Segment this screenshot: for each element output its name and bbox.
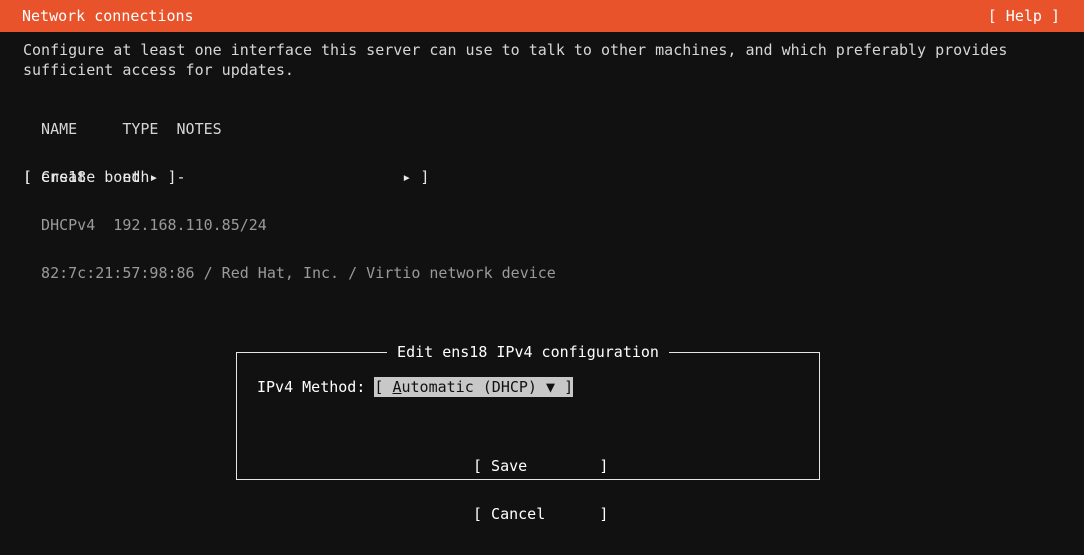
select-value-text: utomatic (DHCP) xyxy=(401,378,537,396)
select-open-bracket: [ xyxy=(374,378,393,396)
table-row-hardware-info: 82:7c:21:57:98:86 / Red Hat, Inc. / Virt… xyxy=(23,264,556,282)
intro-text: Configure at least one interface this se… xyxy=(23,41,1017,79)
dialog-buttons: [ Save ] [ Cancel ] xyxy=(473,426,608,554)
interface-table: NAME TYPE NOTES [ ens18 eth - ▸ ] DHCPv4… xyxy=(23,89,556,313)
title-bar: Network connections [ Help ] xyxy=(0,0,1084,32)
ipv4-method-label: IPv4 Method: xyxy=(257,378,366,396)
ipv4-method-row: IPv4 Method: [ Automatic (DHCP) ▼ ] xyxy=(257,377,574,397)
select-accelerator-char: A xyxy=(392,378,402,396)
table-row-dhcp-address: DHCPv4 192.168.110.85/24 xyxy=(23,216,267,234)
chevron-down-icon: ▼ xyxy=(536,378,565,396)
edit-ipv4-dialog: IPv4 Method: [ Automatic (DHCP) ▼ ] [ Sa… xyxy=(236,352,820,522)
save-button[interactable]: [ Save ] xyxy=(473,458,608,474)
help-button[interactable]: [ Help ] xyxy=(988,8,1084,24)
select-close-bracket: ] xyxy=(564,378,574,396)
table-header: NAME TYPE NOTES xyxy=(23,120,222,138)
cancel-button[interactable]: [ Cancel ] xyxy=(473,506,608,522)
ipv4-method-select[interactable]: [ Automatic (DHCP) ▼ ] xyxy=(374,377,574,397)
create-bond-button[interactable]: [ Create bond ▸ ] xyxy=(23,169,177,185)
page-title: Network connections xyxy=(22,7,194,25)
